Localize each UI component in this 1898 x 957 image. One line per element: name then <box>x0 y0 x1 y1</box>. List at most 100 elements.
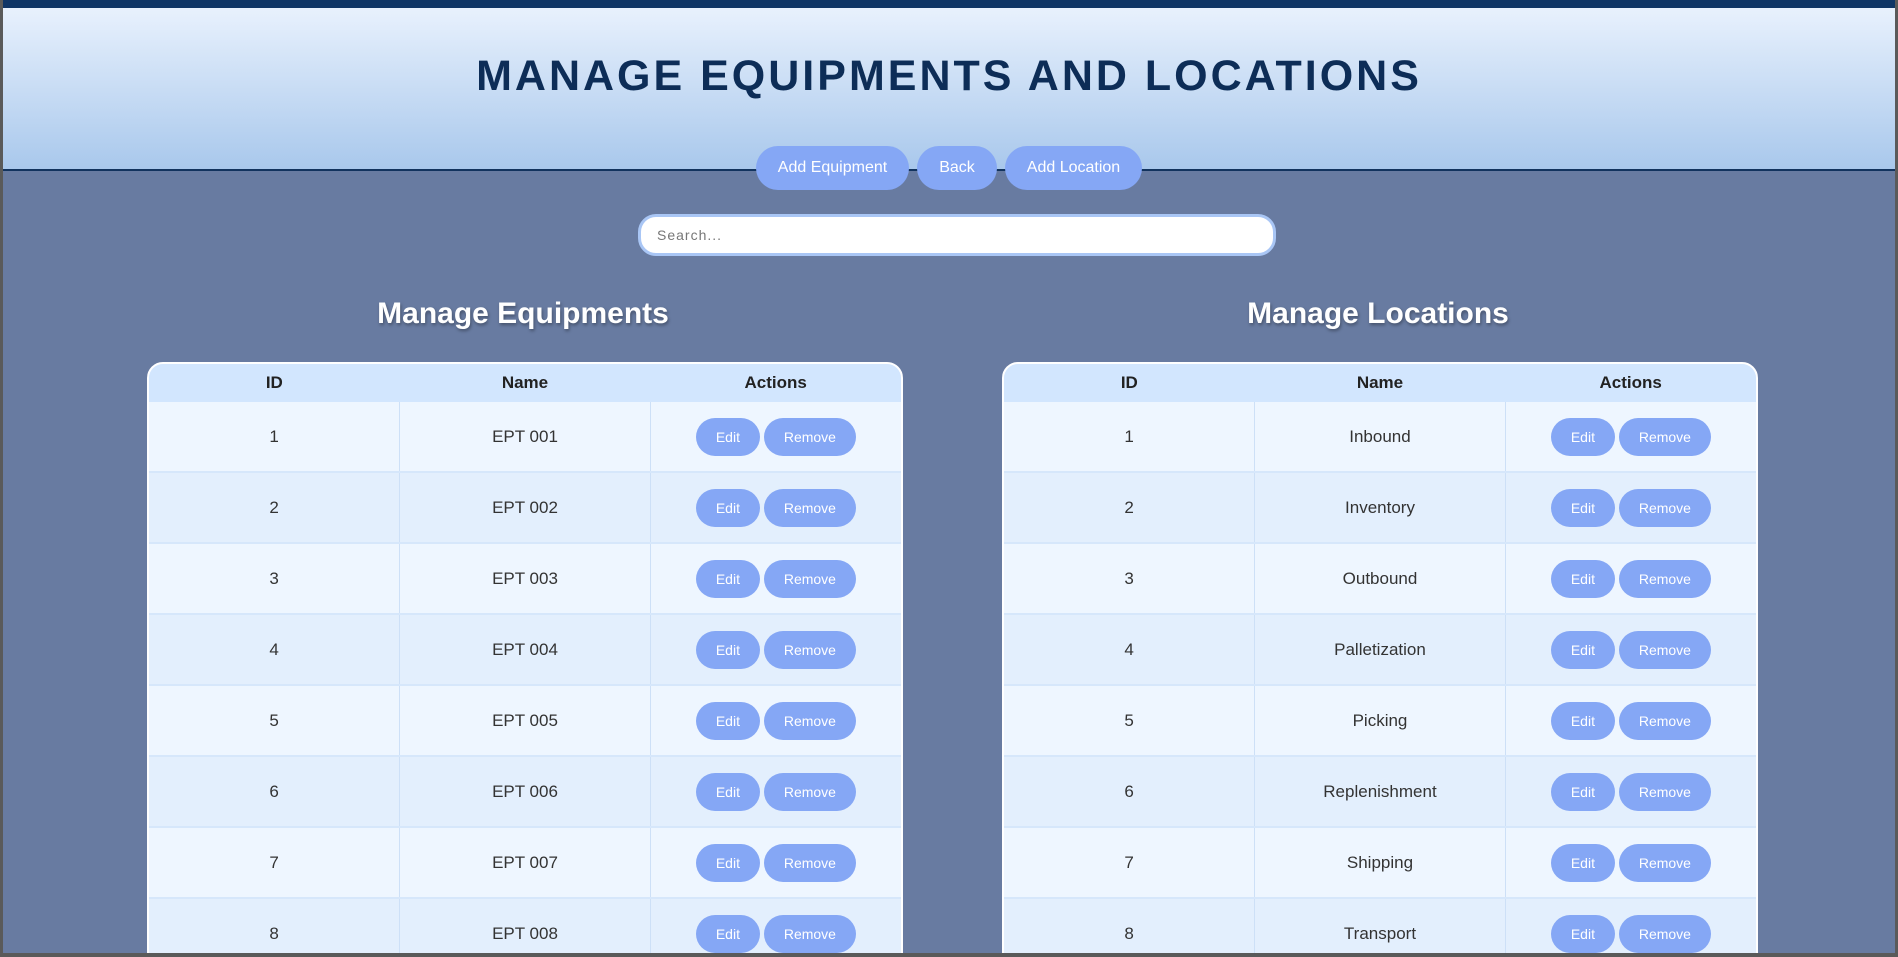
table-row: 7 Shipping Edit Remove <box>1004 827 1756 899</box>
remove-button[interactable]: Remove <box>763 772 856 811</box>
row-actions: Edit Remove <box>1505 614 1756 686</box>
edit-button[interactable]: Edit <box>1550 701 1615 740</box>
edit-button[interactable]: Edit <box>695 417 760 456</box>
row-id: 6 <box>149 756 401 828</box>
table-row: 3 Outbound Edit Remove <box>1004 543 1756 615</box>
edit-button[interactable]: Edit <box>695 701 760 740</box>
row-name: EPT 007 <box>399 827 651 899</box>
back-button[interactable]: Back <box>917 146 997 190</box>
locations-panel: Manage Locations ID Name Actions 1 Inboun… <box>1002 294 1758 953</box>
search-input[interactable] <box>638 214 1276 256</box>
equipments-title: Manage Equipments <box>377 297 669 330</box>
equipments-table-body: 1 EPT 001 Edit Remove 2 EPT 002 Edit Remove 3 EPT… <box>149 402 901 953</box>
edit-button[interactable]: Edit <box>695 630 760 669</box>
top-bar <box>3 0 1895 8</box>
row-actions: Edit Remove <box>650 543 901 615</box>
row-actions: Edit Remove <box>650 614 901 686</box>
header-button-group: Add Equipment Back Add Location <box>3 146 1895 190</box>
table-row: 6 Replenishment Edit Remove <box>1004 756 1756 828</box>
row-id: 5 <box>1004 685 1256 757</box>
remove-button[interactable]: Remove <box>1618 559 1711 598</box>
edit-button[interactable]: Edit <box>695 843 760 882</box>
table-row: 1 Inbound Edit Remove <box>1004 402 1756 473</box>
locations-table: ID Name Actions 1 Inbound Edit Remove 2 Inven… <box>1004 364 1756 953</box>
row-actions: Edit Remove <box>650 756 901 828</box>
row-name: Replenishment <box>1254 756 1506 828</box>
edit-button[interactable]: Edit <box>695 914 760 953</box>
row-name: Palletization <box>1254 614 1506 686</box>
row-actions: Edit Remove <box>1505 898 1756 953</box>
row-actions: Edit Remove <box>1505 543 1756 615</box>
row-actions: Edit Remove <box>650 827 901 899</box>
search-container <box>638 214 1276 256</box>
column-header-actions: Actions <box>1505 364 1756 402</box>
row-id: 3 <box>1004 543 1256 615</box>
row-name: EPT 002 <box>399 472 651 544</box>
row-actions: Edit Remove <box>1505 756 1756 828</box>
remove-button[interactable]: Remove <box>1618 630 1711 669</box>
row-actions: Edit Remove <box>1505 685 1756 757</box>
remove-button[interactable]: Remove <box>763 630 856 669</box>
app-frame: MANAGE EQUIPMENTS AND LOCATIONS Add Equi… <box>3 0 1895 953</box>
remove-button[interactable]: Remove <box>1618 843 1711 882</box>
edit-button[interactable]: Edit <box>695 488 760 527</box>
edit-button[interactable]: Edit <box>1550 843 1615 882</box>
add-equipment-button[interactable]: Add Equipment <box>755 146 910 190</box>
table-row: 8 EPT 008 Edit Remove <box>149 898 901 953</box>
row-actions: Edit Remove <box>650 898 901 953</box>
edit-button[interactable]: Edit <box>695 772 760 811</box>
table-row: 3 EPT 003 Edit Remove <box>149 543 901 615</box>
table-row: 2 EPT 002 Edit Remove <box>149 472 901 544</box>
edit-button[interactable]: Edit <box>1550 914 1615 953</box>
edit-button[interactable]: Edit <box>1550 488 1615 527</box>
add-location-button[interactable]: Add Location <box>1004 146 1143 190</box>
remove-button[interactable]: Remove <box>1618 488 1711 527</box>
edit-button[interactable]: Edit <box>1550 772 1615 811</box>
remove-button[interactable]: Remove <box>763 559 856 598</box>
table-row: 4 EPT 004 Edit Remove <box>149 614 901 686</box>
row-id: 7 <box>1004 827 1256 899</box>
row-actions: Edit Remove <box>1505 472 1756 544</box>
equipments-table: ID Name Actions 1 EPT 001 Edit Remove 2 EPT 0… <box>149 364 901 953</box>
edit-button[interactable]: Edit <box>1550 630 1615 669</box>
remove-button[interactable]: Remove <box>1618 701 1711 740</box>
column-header-id: ID <box>149 364 400 402</box>
row-name: Shipping <box>1254 827 1506 899</box>
row-actions: Edit Remove <box>650 685 901 757</box>
column-header-name: Name <box>1254 364 1506 402</box>
row-name: EPT 008 <box>399 898 651 953</box>
remove-button[interactable]: Remove <box>763 417 856 456</box>
equipments-panel: Manage Equipments ID Name Actions 1 EPT 0… <box>147 294 903 953</box>
edit-button[interactable]: Edit <box>695 559 760 598</box>
row-id: 8 <box>149 898 401 953</box>
row-name: Transport <box>1254 898 1506 953</box>
row-id: 4 <box>1004 614 1256 686</box>
row-name: Outbound <box>1254 543 1506 615</box>
row-name: Picking <box>1254 685 1506 757</box>
remove-button[interactable]: Remove <box>1618 772 1711 811</box>
remove-button[interactable]: Remove <box>763 488 856 527</box>
column-header-actions: Actions <box>650 364 901 402</box>
remove-button[interactable]: Remove <box>763 701 856 740</box>
table-header-row: ID Name Actions <box>149 364 901 402</box>
row-name: EPT 004 <box>399 614 651 686</box>
table-row: 6 EPT 006 Edit Remove <box>149 756 901 828</box>
edit-button[interactable]: Edit <box>1550 417 1615 456</box>
remove-button[interactable]: Remove <box>763 914 856 953</box>
remove-button[interactable]: Remove <box>763 843 856 882</box>
row-actions: Edit Remove <box>650 472 901 544</box>
page-title: MANAGE EQUIPMENTS AND LOCATIONS <box>476 52 1422 100</box>
row-id: 4 <box>149 614 401 686</box>
row-id: 6 <box>1004 756 1256 828</box>
row-name: EPT 005 <box>399 685 651 757</box>
row-id: 1 <box>149 402 401 473</box>
edit-button[interactable]: Edit <box>1550 559 1615 598</box>
locations-table-container: ID Name Actions 1 Inbound Edit Remove 2 Inven… <box>1002 362 1758 953</box>
row-id: 7 <box>149 827 401 899</box>
remove-button[interactable]: Remove <box>1618 417 1711 456</box>
table-row: 2 Inventory Edit Remove <box>1004 472 1756 544</box>
locations-title: Manage Locations <box>1247 297 1509 330</box>
locations-table-body: 1 Inbound Edit Remove 2 Inventory Edit Remove 3 O… <box>1004 402 1756 953</box>
remove-button[interactable]: Remove <box>1618 914 1711 953</box>
row-id: 2 <box>149 472 401 544</box>
